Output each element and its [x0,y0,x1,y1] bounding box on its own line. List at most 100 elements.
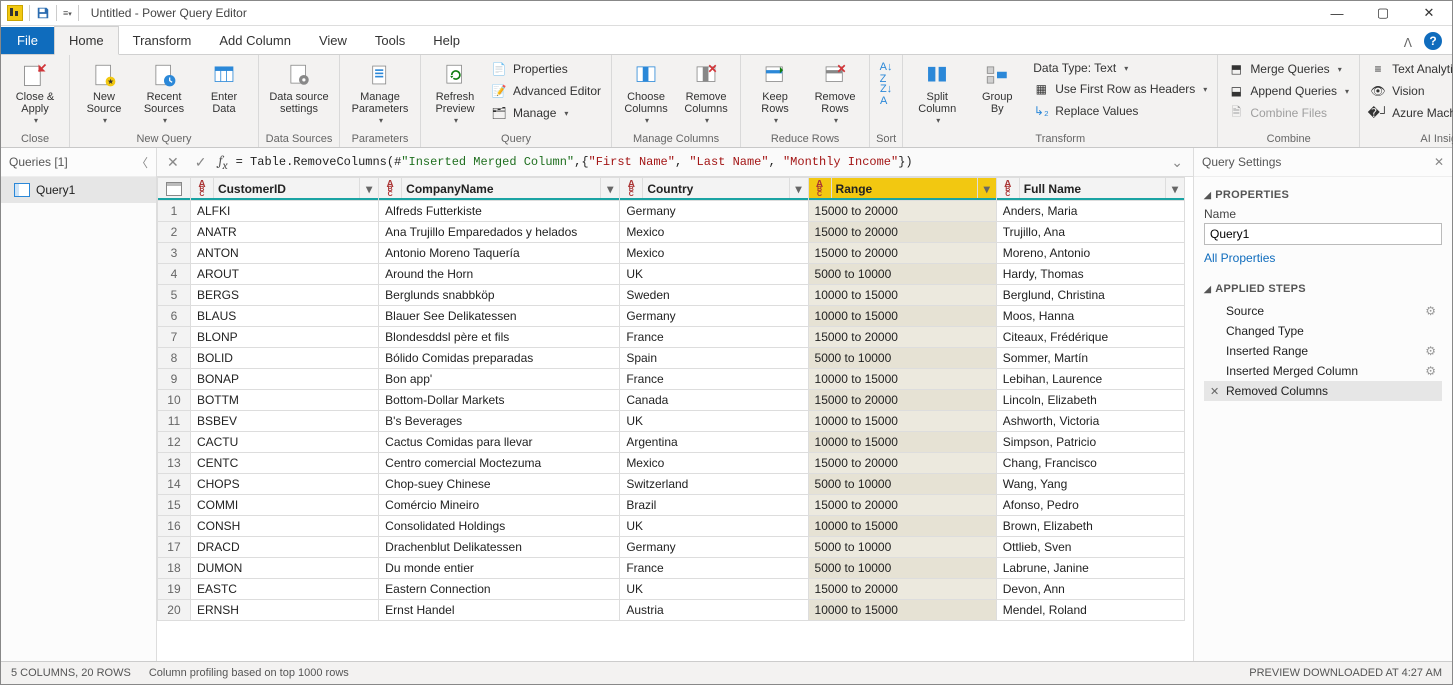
tab-view[interactable]: View [305,27,361,54]
cell[interactable]: BLAUS [190,306,378,327]
cell[interactable]: Moreno, Antonio [996,243,1184,264]
cell[interactable]: France [620,558,808,579]
applied-step[interactable]: ✕Removed Columns [1204,381,1442,401]
cell[interactable]: BLONP [190,327,378,348]
delete-step-icon[interactable]: ✕ [1210,385,1219,398]
cell[interactable]: 10000 to 15000 [808,600,996,621]
cell[interactable]: BERGS [190,285,378,306]
cell[interactable]: 5000 to 10000 [808,348,996,369]
row-number[interactable]: 3 [158,243,191,264]
column-header[interactable]: ABCCustomerID▾ [190,178,378,201]
cell[interactable]: Lincoln, Elizabeth [996,390,1184,411]
tab-tools[interactable]: Tools [361,27,419,54]
close-apply-button[interactable]: Close & Apply▾ [7,57,63,126]
row-number[interactable]: 9 [158,369,191,390]
formula-expand-icon[interactable]: ⌄ [1167,154,1187,171]
azure-ml-button[interactable]: �┘Azure Machine Learning [1366,103,1453,123]
save-icon[interactable] [36,6,50,20]
cell[interactable]: Germany [620,537,808,558]
row-number[interactable]: 17 [158,537,191,558]
row-number[interactable]: 20 [158,600,191,621]
cell[interactable]: 15000 to 20000 [808,327,996,348]
cell[interactable]: Alfreds Futterkiste [379,201,620,222]
cell[interactable]: Antonio Moreno Taquería [379,243,620,264]
close-button[interactable]: ✕ [1406,1,1452,25]
cell[interactable]: Du monde entier [379,558,620,579]
cell[interactable]: Ernst Handel [379,600,620,621]
remove-columns-button[interactable]: Remove Columns▾ [678,57,734,126]
formula-text[interactable]: = Table.RemoveColumns(#"Inserted Merged … [236,155,1160,169]
cell[interactable]: UK [620,264,808,285]
cell[interactable]: CENTC [190,453,378,474]
filter-icon[interactable]: ▾ [789,178,808,200]
merge-queries-button[interactable]: ⬒Merge Queries▾ [1224,59,1353,79]
cell[interactable]: 5000 to 10000 [808,558,996,579]
row-number[interactable]: 19 [158,579,191,600]
chevron-down-icon[interactable]: ◢ [1204,284,1211,295]
properties-button[interactable]: 📄Properties [487,59,605,79]
cell[interactable]: Berglunds snabbköp [379,285,620,306]
cell[interactable]: France [620,369,808,390]
filter-icon[interactable]: ▾ [600,178,619,200]
cell[interactable]: BOLID [190,348,378,369]
cell[interactable]: EASTC [190,579,378,600]
fx-icon[interactable]: fx [218,152,227,172]
column-header[interactable]: ABCCountry▾ [620,178,808,201]
cell[interactable]: 15000 to 20000 [808,579,996,600]
column-header[interactable]: ABCRange▾ [808,178,996,201]
cell[interactable]: Hardy, Thomas [996,264,1184,285]
applied-step[interactable]: Inserted Merged Column⚙ [1204,361,1442,381]
cell[interactable]: Ashworth, Victoria [996,411,1184,432]
cell[interactable]: Citeaux, Frédérique [996,327,1184,348]
data-type-button[interactable]: Data Type: Text▾ [1029,59,1211,77]
row-number[interactable]: 5 [158,285,191,306]
help-icon[interactable]: ? [1424,32,1442,50]
row-number[interactable]: 8 [158,348,191,369]
type-icon[interactable]: ABC [191,178,214,200]
column-header[interactable]: ABCCompanyName▾ [379,178,620,201]
cell[interactable]: Germany [620,201,808,222]
row-number[interactable]: 7 [158,327,191,348]
close-settings-icon[interactable]: ✕ [1434,155,1444,169]
recent-sources-button[interactable]: Recent Sources▾ [136,57,192,126]
applied-step[interactable]: Inserted Range⚙ [1204,341,1442,361]
row-number[interactable]: 12 [158,432,191,453]
advanced-editor-button[interactable]: 📝Advanced Editor [487,81,605,101]
cell[interactable]: Cactus Comidas para llevar [379,432,620,453]
cell[interactable]: Ana Trujillo Emparedados y helados [379,222,620,243]
cell[interactable]: Ottlieb, Sven [996,537,1184,558]
collapse-queries-icon[interactable]: 〈 [136,154,148,171]
cell[interactable]: Mexico [620,453,808,474]
cell[interactable]: Moos, Hanna [996,306,1184,327]
cell[interactable]: Berglund, Christina [996,285,1184,306]
sort-asc-button[interactable]: A↓Z [876,63,896,83]
column-header[interactable]: ABCFull Name▾ [996,178,1184,201]
cell[interactable]: Switzerland [620,474,808,495]
combine-files-button[interactable]: 🗎Combine Files [1224,103,1353,123]
cell[interactable]: Labrune, Janine [996,558,1184,579]
cell[interactable]: ALFKI [190,201,378,222]
cell[interactable]: UK [620,579,808,600]
row-number[interactable]: 2 [158,222,191,243]
cell[interactable]: Trujillo, Ana [996,222,1184,243]
cell[interactable]: 15000 to 20000 [808,222,996,243]
query-name-input[interactable] [1204,223,1442,245]
gear-icon[interactable]: ⚙ [1425,304,1436,318]
cell[interactable]: Brown, Elizabeth [996,516,1184,537]
row-number[interactable]: 16 [158,516,191,537]
all-properties-link[interactable]: All Properties [1204,251,1275,265]
cell[interactable]: ERNSH [190,600,378,621]
manage-parameters-button[interactable]: Manage Parameters▾ [346,57,414,126]
cell[interactable]: BONAP [190,369,378,390]
append-queries-button[interactable]: ⬓Append Queries▾ [1224,81,1353,101]
cell[interactable]: 5000 to 10000 [808,264,996,285]
cell[interactable]: Argentina [620,432,808,453]
select-all-corner[interactable] [158,178,191,201]
cell[interactable]: France [620,327,808,348]
cell[interactable]: Chang, Francisco [996,453,1184,474]
cell[interactable]: ANATR [190,222,378,243]
type-icon[interactable]: ABC [809,178,832,200]
cell[interactable]: 10000 to 15000 [808,411,996,432]
tab-transform[interactable]: Transform [119,27,206,54]
row-number[interactable]: 1 [158,201,191,222]
